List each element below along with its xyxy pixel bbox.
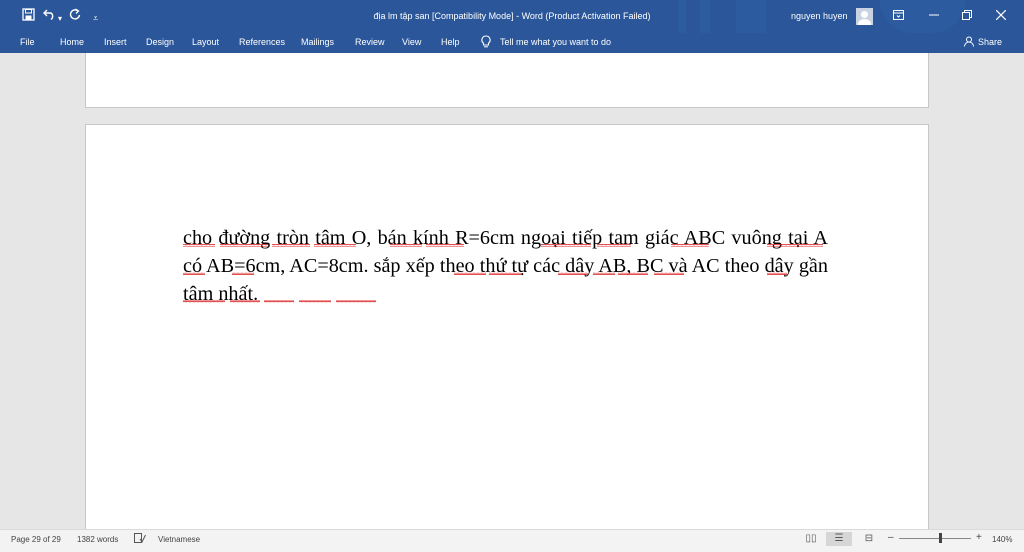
lightbulb-icon[interactable] [481,35,491,50]
tab-design[interactable]: Design [146,37,174,47]
tab-file[interactable]: File [20,37,35,47]
word-count[interactable]: 1382 words [77,535,118,544]
previous-page [85,53,929,108]
title-bar: ▾ ⩡ địa lm tập san [Compatibility Mode] … [0,0,1024,33]
tab-review[interactable]: Review [355,37,385,47]
tab-insert[interactable]: Insert [104,37,127,47]
language-indicator[interactable]: Vietnamese [158,535,200,544]
tab-references[interactable]: References [239,37,285,47]
tab-help[interactable]: Help [441,37,460,47]
share-button[interactable]: Share [978,37,1002,47]
close-icon[interactable] [995,7,1007,25]
user-name[interactable]: nguyen huyen [791,11,848,21]
zoom-level[interactable]: 140% [992,535,1012,544]
zoom-in-button[interactable]: + [976,532,982,543]
document-page [85,124,929,552]
document-body-text[interactable]: cho đường tròn tâm O, bán kính R=6cm ngo… [183,224,828,308]
tab-view[interactable]: View [402,37,421,47]
tab-layout[interactable]: Layout [192,37,219,47]
tell-me-search[interactable]: Tell me what you want to do [500,37,611,47]
print-layout-icon[interactable]: ☰ [826,532,852,546]
web-layout-icon[interactable]: ⊟ [856,532,882,546]
read-mode-icon[interactable]: ▯▯ [798,532,824,546]
person-icon[interactable] [964,36,975,49]
zoom-slider[interactable] [899,538,971,539]
page-indicator[interactable]: Page 29 of 29 [11,535,61,544]
avatar[interactable] [856,8,873,25]
status-bar: Page 29 of 29 1382 words Vietnamese ▯▯ ☰… [0,529,1024,552]
minimize-icon[interactable] [929,7,939,25]
zoom-out-button[interactable]: – [888,532,894,543]
tab-mailings[interactable]: Mailings [301,37,334,47]
proofing-icon[interactable] [134,533,146,546]
ribbon-tabs: File Home Insert Design Layout Reference… [0,33,1024,53]
tab-home[interactable]: Home [60,37,84,47]
zoom-slider-thumb[interactable] [938,533,942,543]
restore-icon[interactable] [962,7,972,25]
ribbon-display-options-icon[interactable] [893,7,904,25]
